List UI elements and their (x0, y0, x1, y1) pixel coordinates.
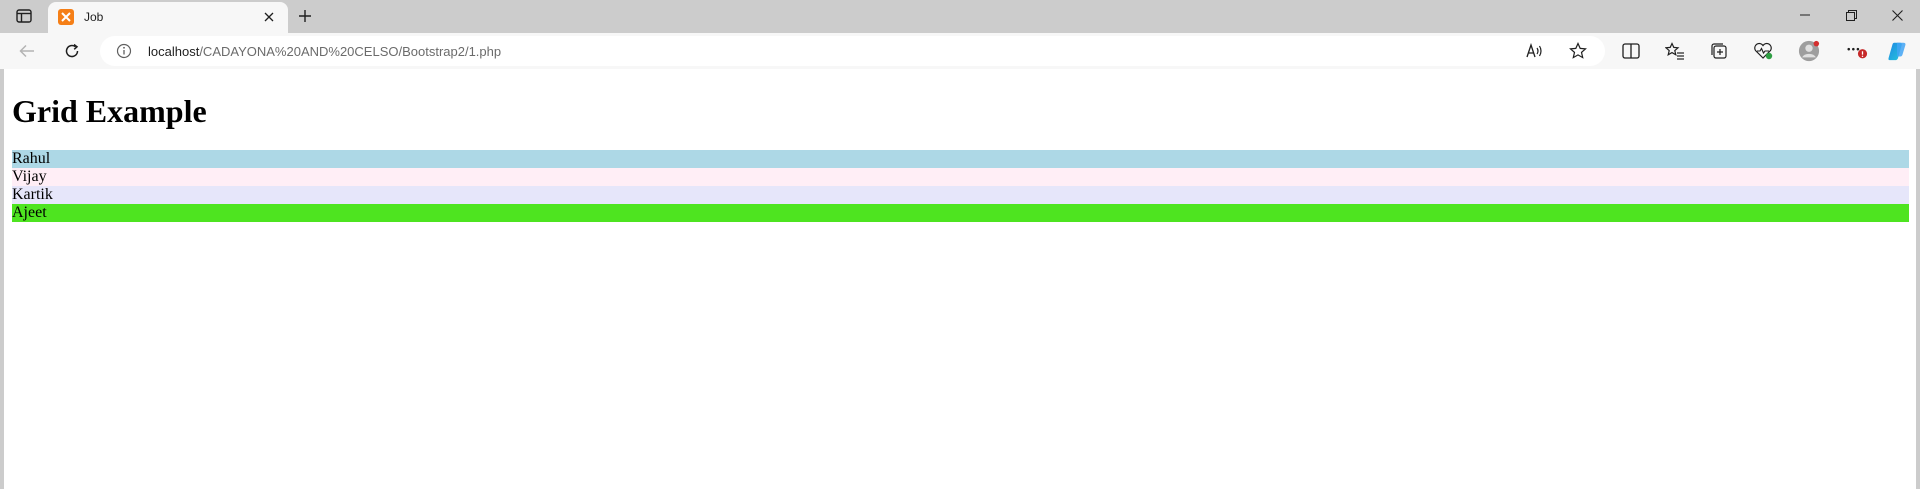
favorites-icon[interactable] (1664, 40, 1686, 62)
new-tab-icon[interactable] (292, 4, 318, 28)
tab-job[interactable]: Job (48, 2, 288, 33)
page-viewport: Grid Example Rahul Vijay Kartik Ajeet (4, 69, 1916, 489)
copilot-icon[interactable] (1886, 40, 1908, 62)
url-path: /CADAYONA%20AND%20CELSO/Bootstrap2/1.php (199, 44, 502, 59)
url-host: localhost (148, 44, 200, 59)
tab-actions-menu-icon[interactable] (10, 4, 38, 28)
close-window-icon[interactable] (1874, 0, 1920, 30)
browser-toolbar: localhost/CADAYONA%20AND%20CELSO/Bootstr… (0, 33, 1920, 69)
split-screen-icon[interactable] (1620, 40, 1642, 62)
minimize-icon[interactable] (1782, 0, 1828, 30)
grid-row-rahul: Rahul (12, 150, 1909, 168)
read-aloud-icon[interactable] (1525, 41, 1545, 61)
favorite-star-icon[interactable] (1568, 41, 1588, 61)
close-tab-icon[interactable] (260, 8, 278, 26)
site-info-icon[interactable] (116, 43, 132, 59)
collections-icon[interactable] (1708, 40, 1730, 62)
url-text: localhost/CADAYONA%20AND%20CELSO/Bootstr… (148, 44, 501, 59)
page-title: Grid Example (12, 93, 207, 129)
settings-more-icon[interactable] (1846, 40, 1868, 62)
xampp-favicon-icon (58, 9, 74, 25)
grid-container: Rahul Vijay Kartik Ajeet (12, 150, 1909, 222)
grid-row-ajeet: Ajeet (12, 204, 1909, 222)
grid-row-kartik: Kartik (12, 186, 1909, 204)
tab-strip: Job (0, 0, 1920, 33)
profile-avatar-icon[interactable] (1798, 40, 1820, 62)
restore-icon[interactable] (1828, 0, 1874, 30)
refresh-icon[interactable] (58, 37, 86, 65)
back-icon[interactable] (13, 37, 41, 65)
browser-essentials-icon[interactable] (1752, 40, 1774, 62)
address-bar[interactable]: localhost/CADAYONA%20AND%20CELSO/Bootstr… (100, 36, 1605, 66)
grid-row-vijay: Vijay (12, 168, 1909, 186)
tab-title: Job (84, 10, 104, 24)
